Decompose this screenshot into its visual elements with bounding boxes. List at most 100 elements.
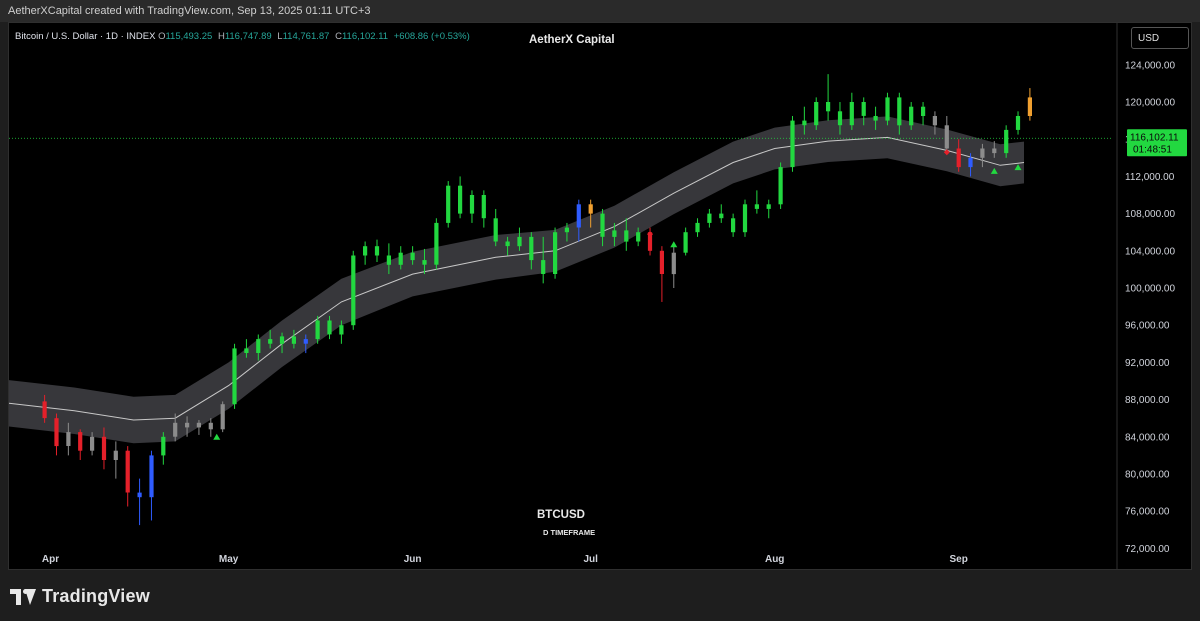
x-tick-label-2: Jun [404,554,422,565]
x-tick-label-5: Sep [950,554,968,565]
x-tick-label-1: May [219,554,239,565]
candle-body-12 [185,422,190,428]
signal-marker-1 [670,241,678,248]
candle-body-30 [398,252,403,265]
y-tick-label: 96,000.00 [1125,321,1170,332]
bottom-symbol: BTCUSD [537,509,585,521]
candle-body-69 [861,102,866,116]
candle-body-34 [446,185,451,223]
ohlc-high-key: H [217,31,225,42]
x-tick-label-3: Jul [583,554,598,565]
candle-body-41 [529,236,534,261]
candle-body-38 [493,218,498,242]
candle-body-15 [220,404,225,430]
x-tick-label-0: Apr [42,554,59,565]
candle-body-24 [327,320,332,335]
chart-brand-title: AetherX Capital [529,34,615,46]
candle-body-1 [54,418,59,447]
candle-body-31 [410,252,415,261]
chart-frame[interactable]: 72,000.00 76,000.00 80,000.00 84,000.00 88,0… [8,22,1192,570]
y-tick-label: 112,000.00 [1125,172,1175,183]
ohlc-low-key: L [277,31,283,42]
candle-body-35 [458,185,463,214]
candle-body-58 [731,218,736,233]
candle-body-20 [279,336,285,344]
candle-body-10 [161,436,166,456]
candle-body-17 [244,348,249,353]
candle-body-8 [137,492,142,498]
y-tick-label: 76,000.00 [1125,507,1170,518]
currency-selector[interactable]: USD [1131,27,1189,49]
candle-body-26 [351,255,356,326]
countdown-label: 01:48:51 [1133,144,1172,155]
price-chart[interactable]: 72,000.00 76,000.00 80,000.00 84,000.00 88,0… [9,23,1191,569]
candle-body-44 [564,227,569,233]
candle-body-33 [434,222,439,265]
candle-body-48 [612,230,617,237]
candle-body-77 [956,148,961,168]
signal-marker-0 [213,433,221,440]
candle-body-70 [873,116,878,121]
ohlc-close-key: C [335,31,342,42]
candle-body-60 [754,204,759,209]
candle-body-66 [826,102,831,112]
candle-body-64 [802,120,807,126]
caption-text: AetherXCapital created with TradingView.… [8,5,371,17]
tradingview-logo[interactable]: TradingView [10,586,150,607]
tradingview-logo-icon [10,588,36,605]
symbol-title: Bitcoin / U.S. Dollar · 1D · INDEX [15,31,156,42]
candle-body-56 [707,213,712,223]
candle-body-49 [624,230,629,242]
candle-body-23 [315,320,320,340]
candle-body-39 [505,241,510,247]
candle-body-4 [90,436,95,451]
candle-body-11 [173,422,178,437]
ohlc-low-value: 114,761.87 [282,31,330,42]
candle-body-68 [849,102,854,126]
candle-body-50 [636,232,641,242]
candle-body-63 [790,120,795,168]
last-price-label: 116,102.11 [1130,132,1179,143]
candle-body-25 [339,325,344,335]
y-tick-label: 108,000.00 [1125,209,1175,220]
candle-body-53 [671,252,676,275]
y-tick-label: 92,000.00 [1125,358,1170,369]
candle-body-18 [256,339,261,353]
candle-body-21 [291,336,296,344]
x-tick-label-4: Aug [765,554,784,565]
candle-body-76 [944,125,949,149]
candle-body-52 [659,250,664,274]
candle-body-57 [719,213,724,219]
y-tick-label: 104,000.00 [1125,246,1175,257]
candle-body-3 [78,432,83,451]
candle-body-36 [469,195,475,214]
bottom-timeframe: D TIMEFRAME [543,528,596,537]
candle-body-32 [422,260,427,265]
symbol-legend: Bitcoin / U.S. Dollar · 1D · INDEX O115,… [15,31,473,42]
candle-body-79 [980,148,985,158]
candle-body-46 [588,204,593,214]
ohlc-close-value: 116,102.11 [341,31,389,42]
trend-band [9,116,1024,444]
candle-body-2 [66,432,71,446]
ohlc-high-value: 116,747.89 [224,31,272,42]
y-tick-label: 124,000.00 [1125,60,1175,71]
candle-body-74 [921,106,926,116]
candle-body-65 [814,102,819,126]
candle-body-80 [992,148,997,154]
y-tick-label: 72,000.00 [1125,544,1170,555]
candle-body-7 [125,450,130,493]
candle-body-0 [42,401,47,419]
candle-body-61 [766,204,771,209]
candle-body-73 [909,106,914,126]
candle-body-81 [1004,129,1009,154]
y-tick-label: 100,000.00 [1125,284,1175,295]
candle-body-78 [968,157,973,168]
candle-body-22 [303,339,308,344]
candle-body-14 [208,422,213,430]
candle-body-27 [363,246,368,256]
candle-body-54 [683,232,688,253]
candle-body-9 [149,455,154,498]
change-value: +608.86 (+0.53%) [393,31,470,42]
candle-body-82 [1015,116,1021,130]
